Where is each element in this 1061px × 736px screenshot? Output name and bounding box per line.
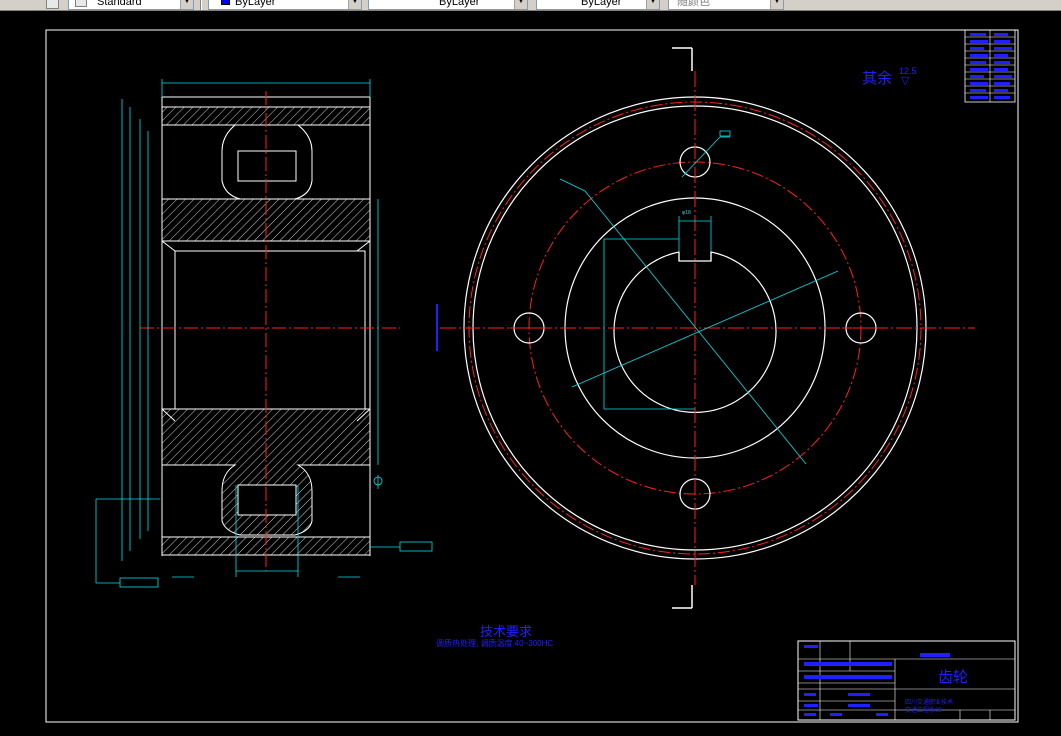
chevron-down-icon[interactable]: ▼: [180, 0, 193, 9]
linetype-dropdown[interactable]: ByLayer ▼: [368, 0, 528, 10]
plotstyle-dropdown[interactable]: 随颜色 ▼: [668, 0, 784, 10]
chevron-down-icon[interactable]: ▼: [348, 0, 361, 9]
textstyle-dropdown[interactable]: Standard ▼: [68, 0, 194, 10]
color-dropdown[interactable]: ByLayer ▼: [208, 0, 362, 10]
toolbar-separator: [200, 0, 202, 10]
chevron-down-icon[interactable]: ▼: [770, 0, 783, 9]
keyway-dim-label: φ18: [682, 210, 691, 216]
color-swatch-icon: [221, 0, 230, 5]
chevron-down-icon[interactable]: ▼: [514, 0, 527, 9]
school-line-2: 交通工程系09: [905, 708, 942, 714]
surface-note: 其余: [862, 70, 893, 87]
roughness-symbol-icon: ▽: [901, 75, 910, 87]
linetype-value: ByLayer: [439, 0, 480, 8]
front-view: [440, 71, 975, 585]
lineweight-value: ByLayer: [581, 0, 622, 8]
textstyle-icon[interactable]: [46, 0, 59, 9]
textstyle-value: Standard: [97, 0, 142, 8]
tech-requirements-line: 调质热处理, 调质温度 40~300HC: [436, 639, 554, 648]
section-view: [95, 79, 433, 588]
lineweight-dropdown[interactable]: ByLayer ▼: [536, 0, 660, 10]
properties-toolbar: Standard ▼ ByLayer ▼ ByLayer ▼ ByLayer ▼…: [0, 0, 1061, 11]
color-value: ByLayer: [235, 0, 276, 8]
textstyle-glyph-icon: [75, 0, 87, 7]
revision-table: [964, 29, 1016, 103]
part-name: 齿轮: [938, 669, 969, 686]
chevron-down-icon[interactable]: ▼: [646, 0, 659, 9]
drawing-canvas[interactable]: 其余 12.5 ▽ 技术要求 调质热处理, 调质温度 40~300HC 齿轮 四…: [0, 11, 1061, 736]
plotstyle-value: 随颜色: [677, 0, 710, 8]
